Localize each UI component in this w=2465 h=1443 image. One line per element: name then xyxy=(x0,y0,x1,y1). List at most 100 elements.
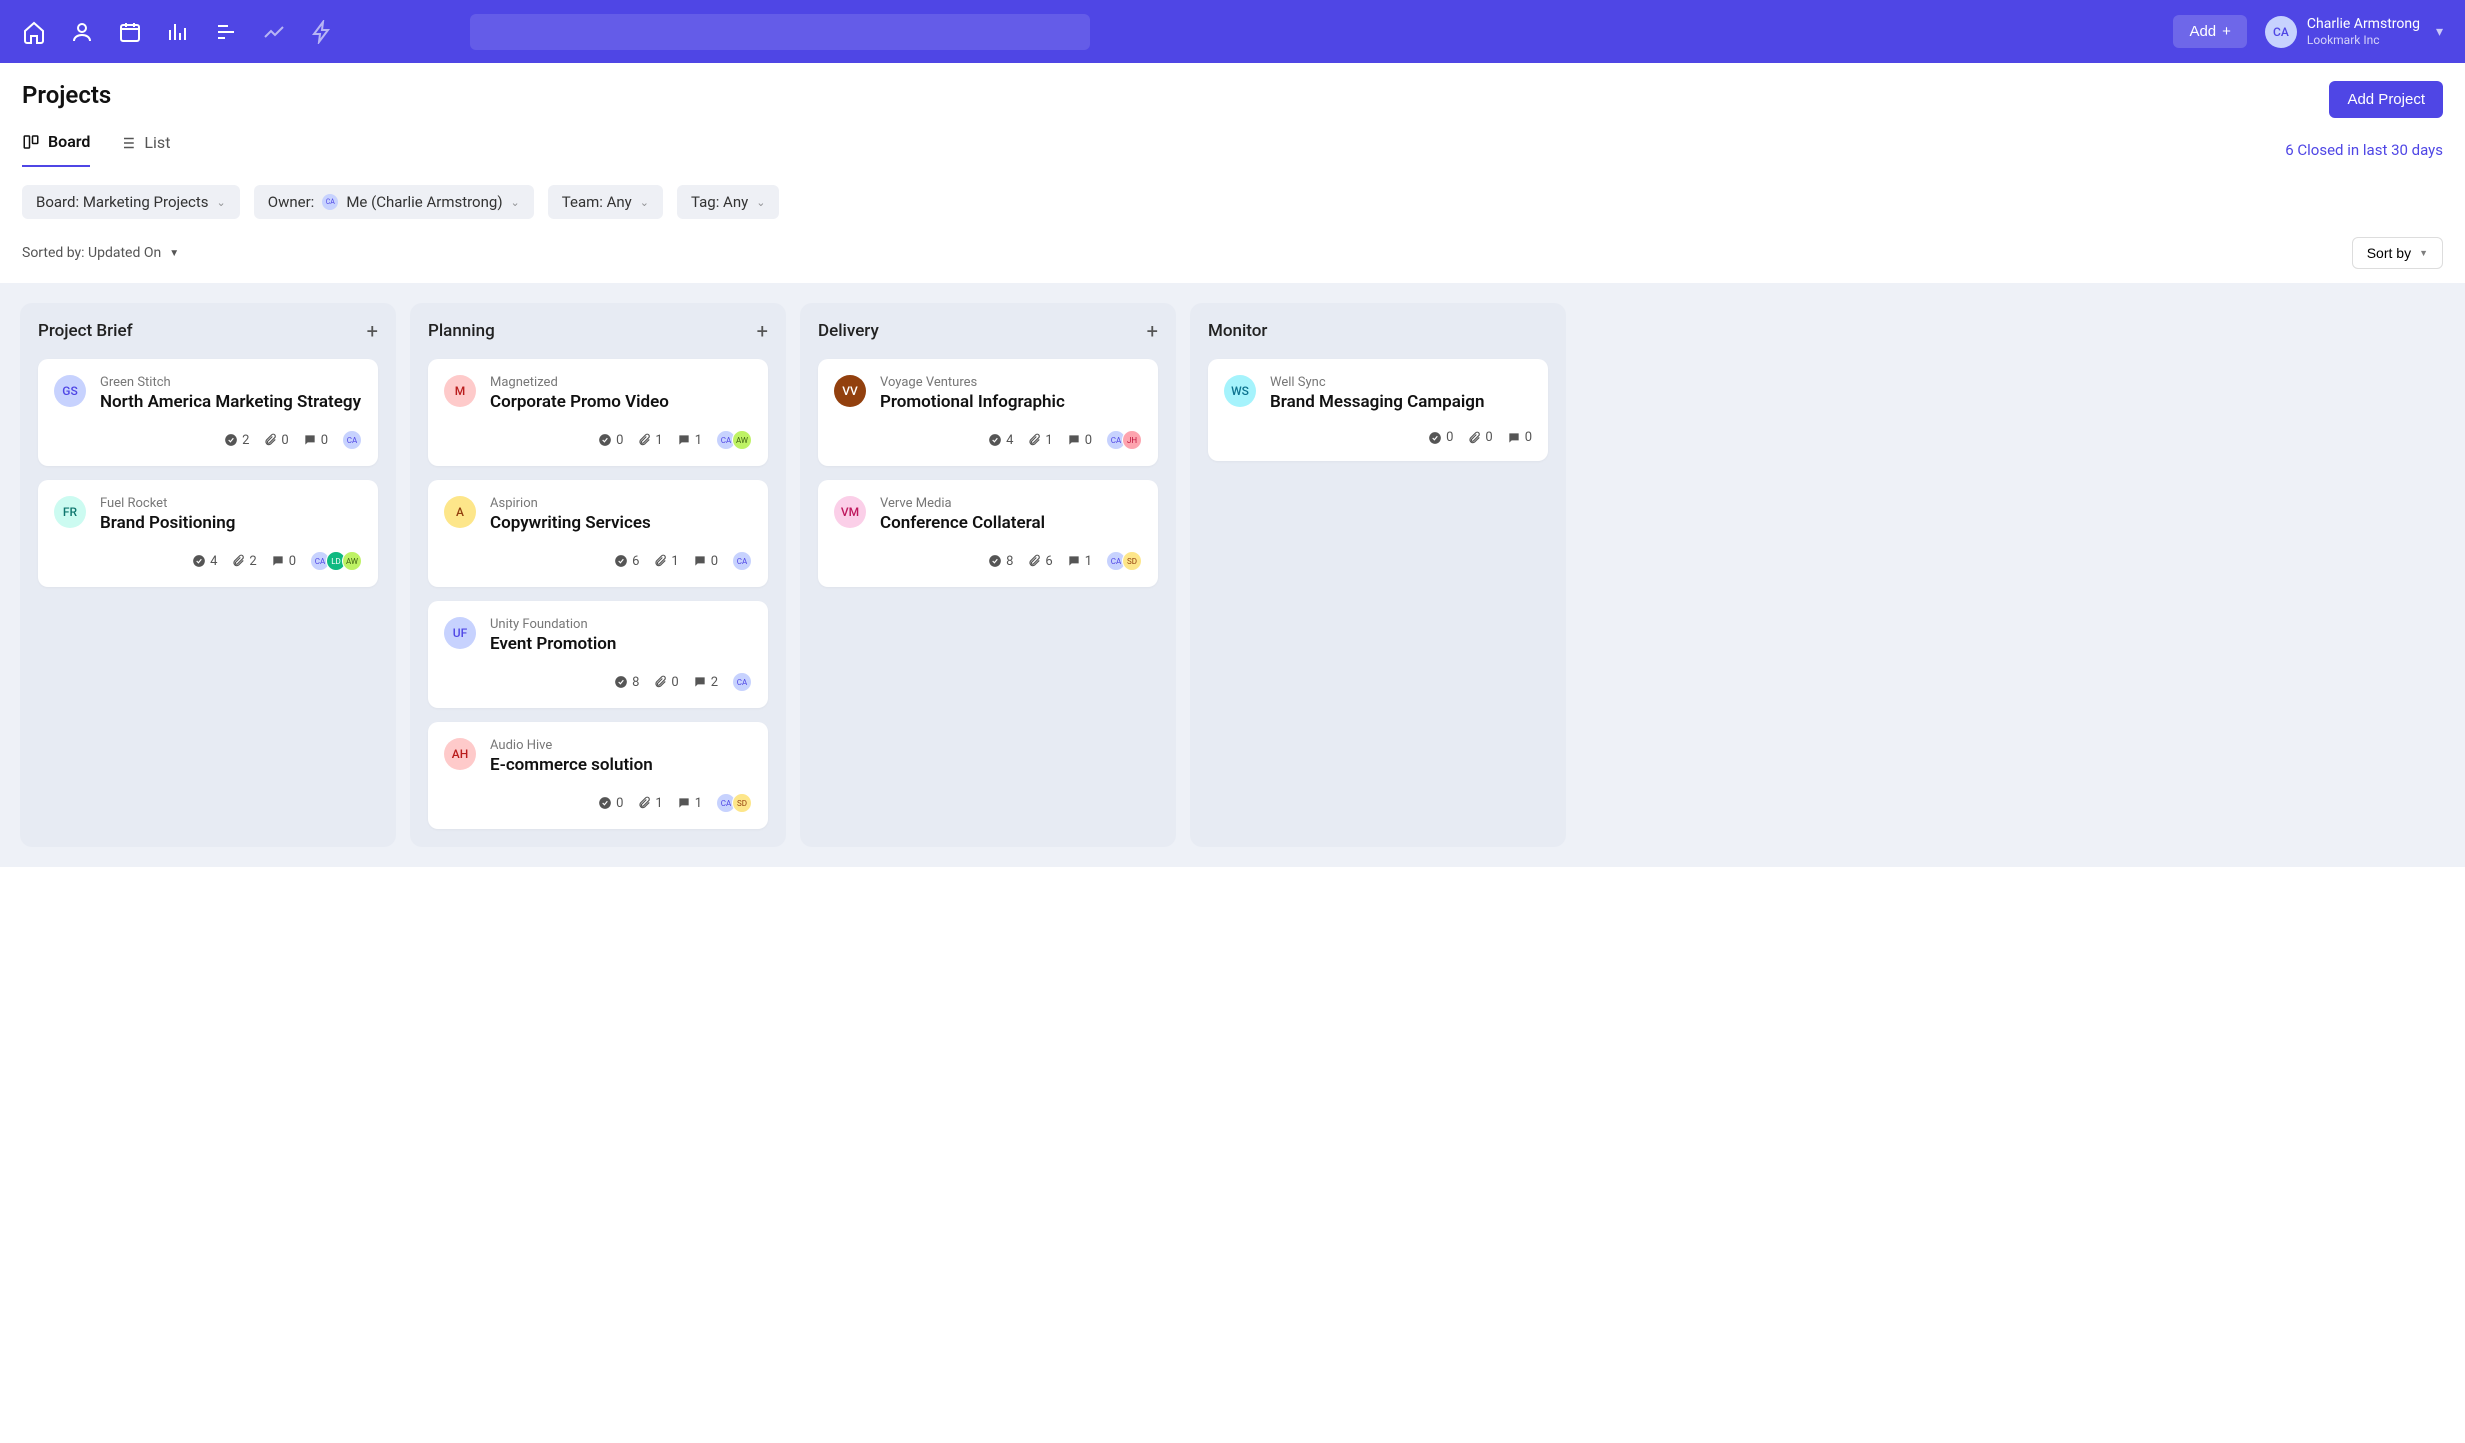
stat-attachments: 0 xyxy=(263,433,288,448)
calendar-icon[interactable] xyxy=(118,20,142,44)
closed-link[interactable]: 6 Closed in last 30 days xyxy=(2285,141,2443,159)
filter-board[interactable]: Board: Marketing Projects⌄ xyxy=(22,185,240,219)
stat-checks-value: 0 xyxy=(1446,430,1453,445)
board-column: Project Brief+GSGreen StitchNorth Americ… xyxy=(20,303,396,847)
sort-by-button[interactable]: Sort by ▼ xyxy=(2352,237,2443,269)
topbar: Add + CA Charlie Armstrong Lookmark Inc ▾ xyxy=(0,0,2465,63)
plus-icon: + xyxy=(2222,23,2231,40)
client-avatar: WS xyxy=(1224,375,1256,407)
add-button[interactable]: Add + xyxy=(2173,15,2246,48)
board-icon xyxy=(22,133,40,151)
topbar-right: Add + CA Charlie Armstrong Lookmark Inc ▾ xyxy=(2173,15,2443,48)
assignees: CALDAW xyxy=(310,551,362,571)
stat-comments: 0 xyxy=(1507,430,1532,445)
project-card[interactable]: AHAudio HiveE-commerce solution011CASD xyxy=(428,722,768,829)
add-button-label: Add xyxy=(2189,23,2216,40)
stat-attachments: 1 xyxy=(637,796,662,811)
stat-comments-value: 2 xyxy=(711,675,718,690)
card-client: Unity Foundation xyxy=(490,617,616,632)
list-view-icon xyxy=(118,134,136,152)
filter-team[interactable]: Team: Any⌄ xyxy=(548,185,663,219)
card-stats: 200CA xyxy=(54,430,362,450)
card-client: Green Stitch xyxy=(100,375,361,390)
project-card[interactable]: MMagnetizedCorporate Promo Video011CAAW xyxy=(428,359,768,466)
stat-checks-value: 8 xyxy=(632,675,639,690)
stat-attachments: 6 xyxy=(1027,554,1052,569)
caret-down-icon: ▼ xyxy=(2419,248,2428,258)
card-title: Conference Collateral xyxy=(880,513,1045,533)
filter-tag[interactable]: Tag: Any⌄ xyxy=(677,185,779,219)
assignees: CA xyxy=(732,672,752,692)
project-card[interactable]: WSWell SyncBrand Messaging Campaign000 xyxy=(1208,359,1548,461)
assignee-avatar: SD xyxy=(732,793,752,813)
assignee-avatar: AW xyxy=(732,430,752,450)
chart-icon[interactable] xyxy=(166,20,190,44)
project-card[interactable]: VMVerve MediaConference Collateral861CAS… xyxy=(818,480,1158,587)
project-card[interactable]: AAspirionCopywriting Services610CA xyxy=(428,480,768,587)
card-title: North America Marketing Strategy xyxy=(100,392,361,412)
trend-icon[interactable] xyxy=(262,20,286,44)
add-project-button[interactable]: Add Project xyxy=(2329,81,2443,118)
client-avatar: VV xyxy=(834,375,866,407)
card-title: Corporate Promo Video xyxy=(490,392,669,412)
sort-by-label: Sort by xyxy=(2367,245,2411,261)
assignees: CA xyxy=(342,430,362,450)
board-column: Planning+MMagnetizedCorporate Promo Vide… xyxy=(410,303,786,847)
stat-attachments-value: 6 xyxy=(1045,554,1052,569)
sort-row: Sorted by: Updated On▼ Sort by ▼ xyxy=(0,219,2465,283)
stat-comments-value: 0 xyxy=(321,433,328,448)
board-column: Delivery+VVVoyage VenturesPromotional In… xyxy=(800,303,1176,847)
assignee-avatar: CA xyxy=(342,430,362,450)
stat-attachments-value: 1 xyxy=(1045,433,1052,448)
assignees: CA xyxy=(732,551,752,571)
column-add-button[interactable]: + xyxy=(757,321,768,341)
card-client: Fuel Rocket xyxy=(100,496,235,511)
stat-attachments-value: 2 xyxy=(249,554,256,569)
project-card[interactable]: VVVoyage VenturesPromotional Infographic… xyxy=(818,359,1158,466)
stat-comments-value: 1 xyxy=(695,433,702,448)
profile-info: Charlie Armstrong Lookmark Inc xyxy=(2307,16,2420,47)
search-input[interactable] xyxy=(470,14,1090,50)
assignee-avatar: AW xyxy=(342,551,362,571)
stat-comments-value: 1 xyxy=(1085,554,1092,569)
home-icon[interactable] xyxy=(22,20,46,44)
card-stats: 610CA xyxy=(444,551,752,571)
stat-checks-value: 6 xyxy=(632,554,639,569)
person-icon[interactable] xyxy=(70,20,94,44)
column-add-button[interactable]: + xyxy=(1147,321,1158,341)
chevron-down-icon: ⌄ xyxy=(217,196,226,209)
stat-checks: 0 xyxy=(1428,430,1453,445)
stat-comments: 1 xyxy=(677,433,702,448)
stat-checks: 8 xyxy=(988,554,1013,569)
column-add-button[interactable]: + xyxy=(367,321,378,341)
chevron-down-icon: ⌄ xyxy=(511,196,520,209)
card-client: Audio Hive xyxy=(490,738,653,753)
stat-comments: 0 xyxy=(303,433,328,448)
project-card[interactable]: UFUnity FoundationEvent Promotion802CA xyxy=(428,601,768,708)
stat-checks-value: 0 xyxy=(616,796,623,811)
filter-owner-label: Owner: xyxy=(268,193,315,211)
sorted-by-text[interactable]: Sorted by: Updated On▼ xyxy=(22,245,179,261)
card-client: Well Sync xyxy=(1270,375,1484,390)
card-client: Magnetized xyxy=(490,375,669,390)
stat-attachments: 0 xyxy=(1467,430,1492,445)
card-stats: 000 xyxy=(1224,430,1532,445)
list-icon[interactable] xyxy=(214,20,238,44)
profile-menu[interactable]: CA Charlie Armstrong Lookmark Inc ▾ xyxy=(2265,16,2443,48)
tab-list[interactable]: List xyxy=(118,132,170,167)
column-header: Planning + xyxy=(428,321,768,341)
tab-board[interactable]: Board xyxy=(22,132,90,167)
assignees: CAJH xyxy=(1106,430,1142,450)
profile-name: Charlie Armstrong xyxy=(2307,16,2420,33)
bolt-icon[interactable] xyxy=(310,20,334,44)
project-card[interactable]: GSGreen StitchNorth America Marketing St… xyxy=(38,359,378,466)
stat-checks: 4 xyxy=(988,433,1013,448)
column-title: Planning xyxy=(428,321,495,341)
filter-owner[interactable]: Owner:CAMe (Charlie Armstrong)⌄ xyxy=(254,185,534,219)
assignee-avatar: JH xyxy=(1122,430,1142,450)
stat-checks: 4 xyxy=(192,554,217,569)
filter-owner-value: Me (Charlie Armstrong) xyxy=(346,193,502,211)
stat-comments-value: 0 xyxy=(1525,430,1532,445)
stat-attachments: 1 xyxy=(1027,433,1052,448)
project-card[interactable]: FRFuel RocketBrand Positioning420CALDAW xyxy=(38,480,378,587)
